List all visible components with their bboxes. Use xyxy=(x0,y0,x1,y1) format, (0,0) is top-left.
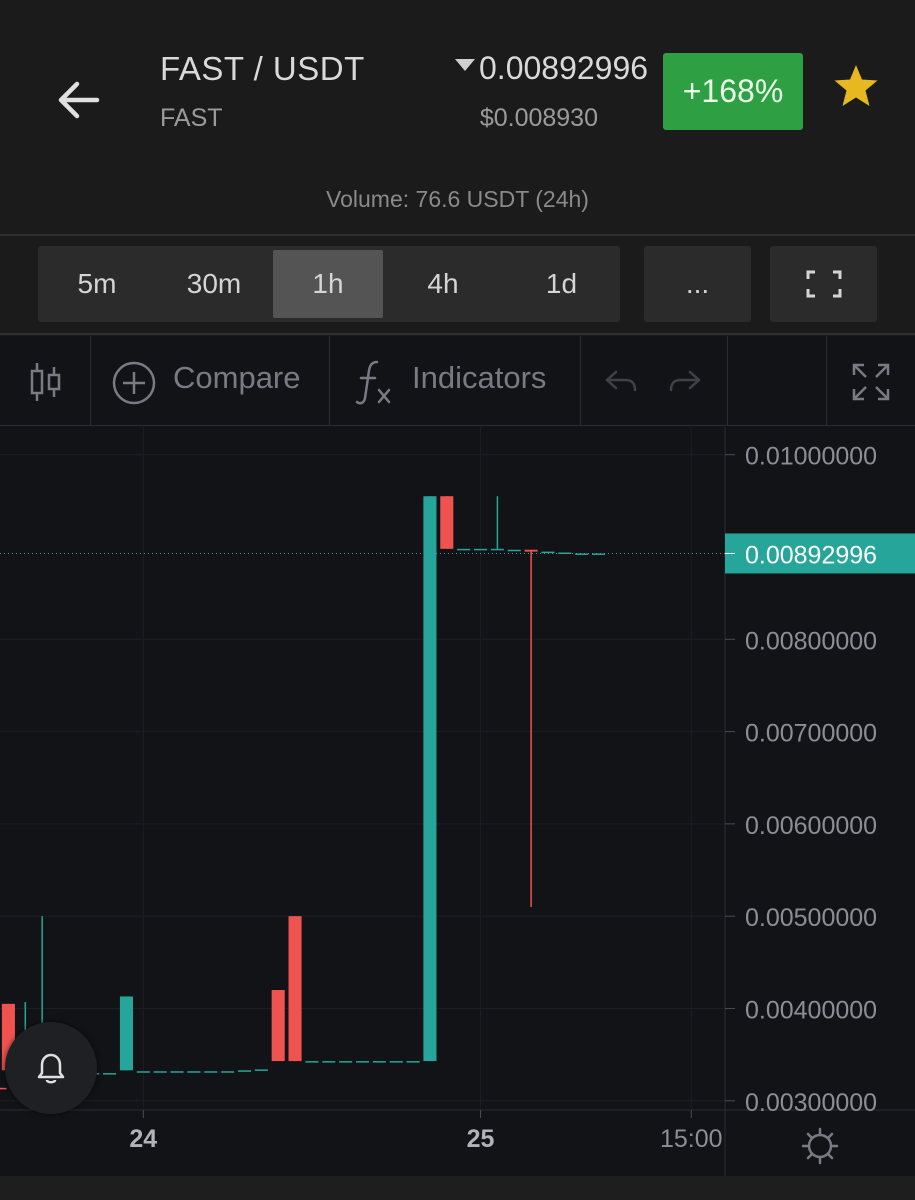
last-price-value: 0.00892996 xyxy=(479,50,649,86)
candle-body xyxy=(288,916,302,1062)
candle-body xyxy=(541,551,555,554)
candle-body xyxy=(575,553,589,555)
y-tick-label: 0.00800000 xyxy=(745,627,877,655)
candle-body xyxy=(355,1061,370,1063)
candles-icon[interactable] xyxy=(28,361,64,403)
last-price: 0.00892996 xyxy=(455,50,648,87)
y-tick-label: 0.00500000 xyxy=(745,904,877,932)
candle-body xyxy=(389,1061,403,1063)
candle-body xyxy=(170,1071,184,1073)
y-tick-label: 0.00300000 xyxy=(745,1089,877,1117)
interval-30m[interactable]: 30m xyxy=(156,250,272,318)
price-chart[interactable]: 0.01000000 0.00800000 0.00700000 0.00600000… xyxy=(0,427,915,1176)
candle-body xyxy=(221,1071,235,1073)
y-tick-label: 0.01000000 xyxy=(745,443,877,471)
settings-icon[interactable] xyxy=(801,1127,839,1165)
candle-body xyxy=(254,1069,268,1071)
candle-body xyxy=(271,990,285,1062)
change-badge: +168% xyxy=(663,53,803,130)
candle-body xyxy=(440,496,454,549)
toolbar-separator xyxy=(727,336,728,426)
candle-body xyxy=(187,1071,201,1073)
candle-body xyxy=(524,549,538,552)
divider xyxy=(0,333,915,335)
more-label: ... xyxy=(685,268,710,299)
y-tick-label: 0.00700000 xyxy=(745,720,877,748)
plus-circle-icon xyxy=(112,361,156,405)
candle-body xyxy=(305,1061,319,1063)
expand-icon[interactable] xyxy=(851,362,891,402)
toolbar-separator xyxy=(329,336,330,426)
divider xyxy=(0,234,915,236)
x-tick-label: 24 xyxy=(129,1125,157,1153)
compare-label: Compare xyxy=(173,360,301,395)
candle-body xyxy=(592,553,606,555)
indicators-button[interactable]: Indicators xyxy=(331,336,580,426)
interval-1d[interactable]: 1d xyxy=(503,250,620,318)
x-tick-label: 25 xyxy=(467,1125,495,1153)
base-asset: FAST xyxy=(160,104,223,132)
back-arrow-icon[interactable] xyxy=(55,78,101,122)
candle-body xyxy=(0,1087,7,1090)
bell-icon xyxy=(37,1053,65,1084)
candle-body xyxy=(204,1071,218,1073)
candle-body xyxy=(136,1071,150,1073)
fx-icon xyxy=(355,360,391,405)
header: FAST / USDT FAST 0.00892996 $0.008930 +1… xyxy=(0,0,915,235)
candle-body xyxy=(490,548,504,551)
candle-body xyxy=(507,549,521,552)
compare-button[interactable]: Compare xyxy=(92,336,329,426)
interval-5m[interactable]: 5m xyxy=(38,250,156,318)
toolbar-separator xyxy=(90,336,91,426)
alert-button[interactable] xyxy=(5,1022,97,1114)
pair-title: FAST / USDT xyxy=(160,50,365,87)
time-axis: 24 25 15:00 xyxy=(129,1110,723,1153)
redo-icon[interactable] xyxy=(668,368,702,396)
toolbar-separator xyxy=(826,336,827,426)
undo-icon[interactable] xyxy=(604,368,638,396)
candle-body xyxy=(153,1071,167,1073)
candle-body xyxy=(423,496,437,1062)
candle-body xyxy=(457,548,471,551)
candle-body xyxy=(322,1061,336,1063)
volume-text: Volume: 76.6 USDT (24h) xyxy=(326,186,589,212)
y-tick-label: 0.00600000 xyxy=(745,812,877,840)
candle-body xyxy=(119,996,133,1071)
chart-toolbar: Compare Indicators xyxy=(0,336,915,426)
last-price-label: 0.00892996 xyxy=(745,541,877,569)
candle-body xyxy=(103,1073,117,1075)
bottom-bar xyxy=(0,1176,915,1200)
interval-4h[interactable]: 4h xyxy=(383,250,503,318)
y-tick-label: 0.00400000 xyxy=(745,996,877,1024)
candle-body xyxy=(372,1061,386,1063)
star-icon[interactable] xyxy=(832,62,880,110)
toolbar-separator xyxy=(580,336,581,426)
more-intervals-button[interactable]: ... xyxy=(644,246,751,322)
candles-layer xyxy=(0,496,606,1090)
candle-body xyxy=(473,548,488,551)
price-down-icon xyxy=(455,58,475,71)
x-tick-label: 15:00 xyxy=(660,1125,723,1153)
candle-body xyxy=(339,1061,353,1063)
indicators-label: Indicators xyxy=(412,360,547,395)
interval-selector: 5m 30m 1h 4h 1d xyxy=(38,246,620,322)
usd-price: $0.008930 xyxy=(479,104,598,132)
candle-body xyxy=(237,1070,252,1072)
fullscreen-button[interactable] xyxy=(770,246,877,322)
last-price-layer: 0.00892996 xyxy=(0,533,915,574)
candle-body xyxy=(406,1061,420,1063)
fullscreen-icon xyxy=(806,270,841,298)
interval-1h[interactable]: 1h xyxy=(273,250,383,318)
